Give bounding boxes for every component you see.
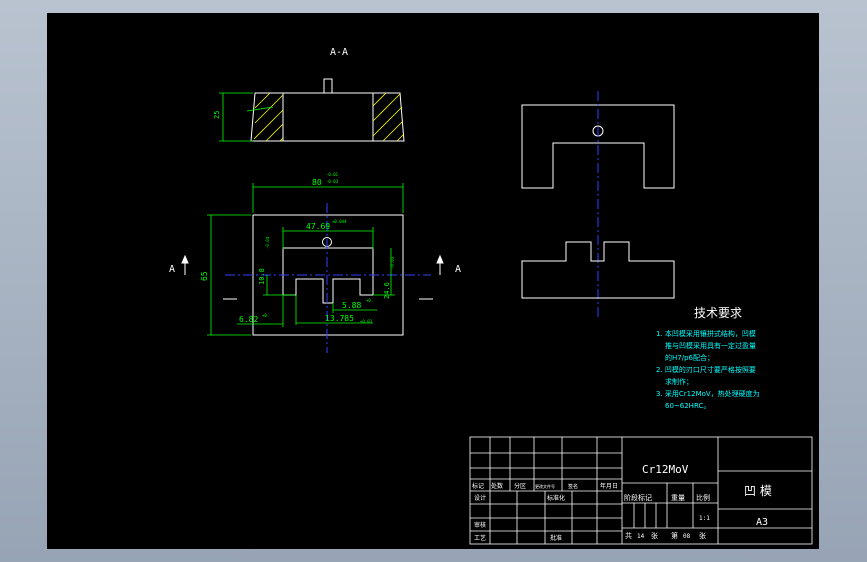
tech-item-1: 1. 本凹模采用镶拼式结构，凹模 [656,329,756,338]
section-pin [323,78,333,94]
dim-13-785-tol: +0.03 [360,319,373,324]
dim-width-label: 80 [312,178,322,187]
section-view: A-A 25 [213,47,405,142]
section-label-left: A [169,264,175,275]
material-label: Cr12MoV [642,463,689,476]
section-marker-right [436,254,444,275]
tech-item-4: 2. 凹模的刃口尺寸要严格按照要 [656,365,756,374]
dim-slot-width-label: 47.69 [306,222,330,231]
weight-label: 重量 [671,494,685,502]
dim-6-82-tol: +0. [262,313,269,318]
standardize-label: 标准化 [547,494,565,502]
scale-label: 比例 [696,493,710,502]
section-title: A-A [330,47,348,58]
section-height-dim [219,92,274,142]
front-view: A A 80 -0.01 -0.03 47.69 +0.044 65 10.8 … [169,172,461,353]
cad-viewport[interactable]: A-A 25 A A 80 -0.01 -0.03 47.69 +0.044 6… [47,13,819,549]
date-label: 年月日 [600,482,618,490]
change-doc-label: 更改文件号 [535,483,555,489]
approve-label: 批准 [550,534,562,542]
hatch-left [253,92,284,142]
section-label-right: A [455,264,461,275]
dim-10-8 [263,275,295,296]
tech-item-3: 的H7/p6配合； [665,353,714,362]
sheet-unit: 张 [699,531,706,540]
hatch-right [372,92,405,142]
drawing-canvas: A-A 25 A A 80 -0.01 -0.03 47.69 +0.044 6… [169,47,813,545]
stage-mark-label: 阶段标记 [624,493,652,502]
dim-10-8-label: 10.8 [258,268,266,285]
dim-5-88-label: 5.88 [342,301,361,310]
count-label: 处数 [491,482,503,490]
section-marker-left [181,254,189,275]
tech-item-6: 3. 采用Cr12MoV，热处理硬度为 [656,389,760,398]
tech-requirements: 技术要求 1. 本凹模采用镶拼式结构，凹模推与凹模采用具有一定过盈量的H7/p6… [656,306,760,410]
dim-6-82-label: 6.82 [239,315,258,324]
dim-width-tol-upper: -0.01 [326,172,339,177]
dim-width-tol-lower: -0.03 [326,179,339,184]
sheet-no: 08 [683,533,691,540]
front-punch-profile [283,278,373,304]
tech-title: 技术要求 [694,306,742,320]
reviewer-label: 审核 [474,521,486,529]
section-height-label: 25 [213,111,221,119]
zone-label: 分区 [514,482,526,490]
dim-13-785-label: 13.785 [325,314,354,323]
sheet-label: 第 [671,531,678,540]
dim-height-label: 65 [200,271,209,281]
dim-10-8-tol: -0.04 [265,236,270,249]
dim-slot-width-tol: +0.044 [332,219,347,224]
dim-width [252,183,404,213]
total-sheets: 14 [637,533,645,540]
total-label: 共 [625,531,632,540]
section-body [250,92,405,142]
right-view-upper [521,91,675,318]
dim-24-6-label: 24.6 [383,282,391,299]
sheet-size: A3 [756,517,768,528]
tech-item-2: 推与凹模采用具有一定过盈量 [665,341,756,350]
part-name: 凹 模 [744,484,772,498]
designer-label: 设计 [474,494,486,502]
tech-item-7: 60~62HRC。 [665,402,710,410]
scale-value: 1:1 [699,515,710,522]
mark-label: 标记 [472,482,484,490]
dim-24-6-tol: -0.03 [390,256,395,269]
tech-item-5: 求制作； [665,377,693,386]
process-label: 工艺 [474,534,486,542]
signature-label: 签名 [568,483,578,490]
total-unit: 张 [651,531,658,540]
dim-5-88-tol: +0. [366,298,373,303]
